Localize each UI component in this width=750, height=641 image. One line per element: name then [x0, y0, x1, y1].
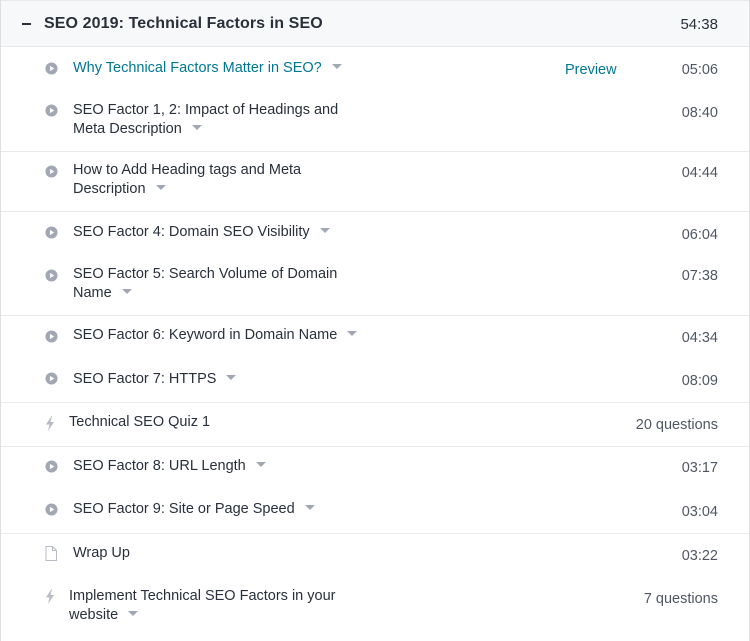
play-circle-icon	[45, 460, 58, 473]
lecture-duration: 06:04	[681, 227, 718, 243]
lecture-title: SEO Factor 9: Site or Page Speed	[73, 501, 295, 517]
section-duration: 54:38	[680, 16, 718, 33]
quiz-question-count: 7 questions	[643, 591, 718, 607]
lecture-duration: 03:04	[681, 504, 718, 520]
play-circle-icon	[45, 330, 58, 343]
quiz-row[interactable]: Technical SEO Quiz 1 20 questions	[1, 403, 749, 447]
lightning-bolt-icon	[46, 589, 54, 604]
lecture-title-wrap: SEO Factor 7: HTTPS	[73, 370, 363, 389]
lecture-row[interactable]: Why Technical Factors Matter in SEO? Pre…	[1, 47, 749, 91]
caret-down-icon[interactable]	[347, 331, 358, 336]
lecture-duration: 05:06	[681, 62, 718, 78]
lecture-row[interactable]: SEO Factor 6: Keyword in Domain Name 04:…	[1, 316, 749, 360]
caret-down-icon[interactable]	[191, 125, 202, 130]
lecture-duration: 08:40	[681, 105, 718, 121]
lecture-title-wrap: How to Add Heading tags and Meta Descrip…	[73, 161, 363, 199]
lecture-title: SEO Factor 1, 2: Impact of Headings and …	[73, 102, 339, 137]
lecture-duration: 03:17	[681, 460, 718, 476]
lecture-title-wrap: SEO Factor 1, 2: Impact of Headings and …	[73, 101, 363, 139]
play-circle-icon	[45, 269, 58, 282]
file-icon	[45, 546, 57, 561]
section-title: SEO 2019: Technical Factors in SEO	[44, 15, 323, 32]
article-row[interactable]: Wrap Up 03:22	[1, 534, 749, 578]
lecture-title-wrap: SEO Factor 4: Domain SEO Visibility	[73, 223, 363, 242]
caret-down-icon[interactable]	[304, 505, 315, 510]
curriculum-section: SEO 2019: Technical Factors in SEO 54:38…	[0, 0, 750, 641]
lecture-duration: 04:34	[681, 330, 718, 346]
lecture-title: SEO Factor 6: Keyword in Domain Name	[73, 327, 338, 343]
lecture-title: Why Technical Factors Matter in SEO?	[73, 60, 322, 76]
play-circle-icon	[45, 62, 58, 75]
lecture-duration: 07:38	[681, 268, 718, 284]
lecture-row[interactable]: How to Add Heading tags and Meta Descrip…	[1, 152, 749, 212]
caret-down-icon[interactable]	[319, 228, 330, 233]
caret-down-icon[interactable]	[121, 289, 132, 294]
lecture-row[interactable]: SEO Factor 1, 2: Impact of Headings and …	[1, 91, 749, 152]
quiz-title: Implement Technical SEO Factors in your …	[69, 588, 336, 623]
play-circle-icon	[45, 503, 58, 516]
lecture-row[interactable]: SEO Factor 5: Search Volume of Domain Na…	[1, 255, 749, 316]
caret-down-icon[interactable]	[255, 462, 266, 467]
lightning-bolt-icon	[46, 416, 54, 431]
caret-down-icon[interactable]	[128, 611, 139, 616]
preview-link[interactable]: Preview	[565, 61, 617, 80]
lecture-duration: 08:09	[681, 373, 718, 389]
lecture-title: SEO Factor 8: URL Length	[73, 458, 246, 474]
lecture-duration: 04:44	[681, 165, 718, 181]
lecture-title: SEO Factor 7: HTTPS	[73, 371, 217, 387]
lecture-row[interactable]: SEO Factor 9: Site or Page Speed 03:04	[1, 490, 749, 534]
article-title: Wrap Up	[73, 545, 130, 561]
lecture-duration: 03:22	[681, 548, 718, 564]
quiz-row[interactable]: Implement Technical SEO Factors in your …	[1, 578, 749, 641]
lecture-title: SEO Factor 4: Domain SEO Visibility	[73, 224, 310, 240]
lecture-title: SEO Factor 5: Search Volume of Domain Na…	[73, 266, 338, 301]
play-circle-icon	[45, 226, 58, 239]
section-header[interactable]: SEO 2019: Technical Factors in SEO 54:38	[1, 0, 749, 47]
quiz-title-wrap: Implement Technical SEO Factors in your …	[69, 587, 359, 625]
play-circle-icon	[45, 165, 58, 178]
lecture-row[interactable]: SEO Factor 8: URL Length 03:17	[1, 447, 749, 490]
lecture-title-wrap: SEO Factor 5: Search Volume of Domain Na…	[73, 265, 363, 303]
play-circle-icon	[45, 104, 58, 117]
lecture-title-wrap: SEO Factor 9: Site or Page Speed	[73, 500, 363, 519]
caret-down-icon[interactable]	[226, 375, 237, 380]
caret-down-icon[interactable]	[155, 185, 166, 190]
minus-icon[interactable]	[22, 23, 31, 25]
play-circle-icon	[45, 372, 58, 385]
lecture-row[interactable]: SEO Factor 7: HTTPS 08:09	[1, 360, 749, 403]
caret-down-icon[interactable]	[331, 64, 342, 69]
lecture-title-link[interactable]: Why Technical Factors Matter in SEO?	[73, 59, 363, 78]
lecture-title-wrap: SEO Factor 6: Keyword in Domain Name	[73, 326, 363, 345]
quiz-title: Technical SEO Quiz 1	[69, 414, 211, 430]
quiz-question-count: 20 questions	[635, 417, 718, 433]
lecture-title: How to Add Heading tags and Meta Descrip…	[73, 162, 302, 197]
lecture-row[interactable]: SEO Factor 4: Domain SEO Visibility 06:0…	[1, 212, 749, 255]
lecture-title-wrap: SEO Factor 8: URL Length	[73, 457, 363, 476]
